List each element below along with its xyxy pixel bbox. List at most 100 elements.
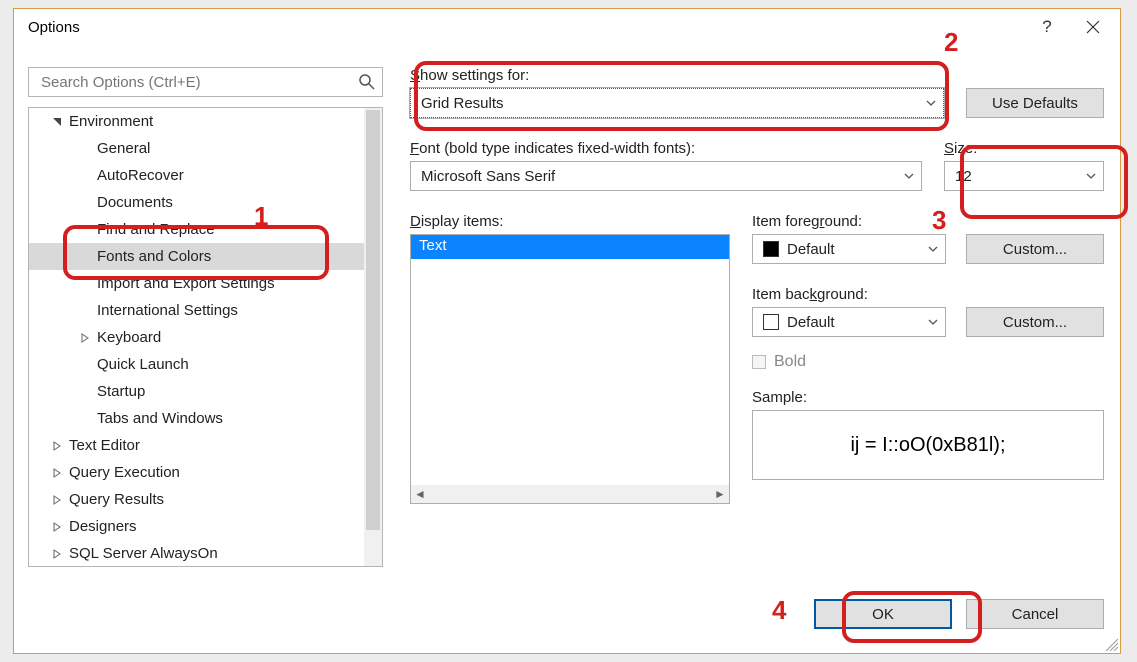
- right-column: Show settings for: Grid Results Use Defa…: [384, 45, 1120, 653]
- bold-checkbox-row: Bold: [752, 353, 1104, 371]
- item-fg-combo[interactable]: Default: [752, 234, 946, 264]
- tree-item-label: Find and Replace: [97, 221, 215, 238]
- tree-item-tabs-and-windows[interactable]: Tabs and Windows: [29, 405, 364, 432]
- titlebar: Options ?: [14, 9, 1120, 45]
- chevron-down-icon: [927, 316, 939, 328]
- expander-icon: [51, 494, 63, 506]
- item-bg-combo[interactable]: Default: [752, 307, 946, 337]
- list-hscroll[interactable]: ◄ ►: [411, 485, 729, 503]
- ok-button[interactable]: OK: [814, 599, 952, 629]
- scroll-left-icon[interactable]: ◄: [411, 485, 429, 503]
- expander-icon: [79, 197, 91, 209]
- client-area: Environment General AutoRecover Documents Fi…: [14, 45, 1120, 653]
- size-combo[interactable]: 12: [944, 161, 1104, 191]
- tree-item-international-settings[interactable]: International Settings: [29, 297, 364, 324]
- search-box[interactable]: [28, 67, 383, 97]
- tree-item-import-and-export-settings[interactable]: Import and Export Settings: [29, 270, 364, 297]
- expander-icon: [79, 278, 91, 290]
- tree-item-general[interactable]: General: [29, 135, 364, 162]
- expander-icon: [51, 548, 63, 560]
- chevron-down-icon: [903, 170, 915, 182]
- tree-item-quick-launch[interactable]: Quick Launch: [29, 351, 364, 378]
- cancel-button[interactable]: Cancel: [966, 599, 1104, 629]
- tree-item-find-and-replace[interactable]: Find and Replace: [29, 216, 364, 243]
- tree-scrollbar[interactable]: [364, 108, 382, 566]
- tree-item-label: Designers: [69, 518, 137, 535]
- item-fg-label: Item foreground:: [752, 213, 946, 230]
- tree-item-keyboard[interactable]: Keyboard: [29, 324, 364, 351]
- tree-item-environment[interactable]: Environment: [29, 108, 364, 135]
- tree-item-label: Environment: [69, 113, 153, 130]
- resize-grip-icon[interactable]: [1102, 635, 1118, 651]
- tree-item-label: Query Results: [69, 491, 164, 508]
- custom-bg-button[interactable]: Custom...: [966, 307, 1104, 337]
- expander-icon: [79, 359, 91, 371]
- tree-item-label: Keyboard: [97, 329, 161, 346]
- display-items-label: Display items:: [410, 213, 730, 230]
- show-settings-label: Show settings for:: [410, 67, 944, 84]
- font-label: Font (bold type indicates fixed-width fo…: [410, 140, 922, 157]
- tree-item-query-results[interactable]: Query Results: [29, 486, 364, 513]
- fg-value: Default: [787, 241, 927, 258]
- tree-item-label: Tabs and Windows: [97, 410, 223, 427]
- tree-item-designers[interactable]: Designers: [29, 513, 364, 540]
- tree-item-autorecover[interactable]: AutoRecover: [29, 162, 364, 189]
- expander-icon: [51, 116, 63, 128]
- close-icon: [1086, 20, 1100, 34]
- expander-icon: [79, 413, 91, 425]
- tree-item-label: SQL Server AlwaysOn: [69, 545, 218, 562]
- expander-icon: [51, 440, 63, 452]
- expander-icon: [51, 521, 63, 533]
- use-defaults-button[interactable]: Use Defaults: [966, 88, 1104, 118]
- custom-fg-button[interactable]: Custom...: [966, 234, 1104, 264]
- bg-swatch-icon: [763, 314, 779, 330]
- bg-value: Default: [787, 314, 927, 331]
- tree-item-text-editor[interactable]: Text Editor: [29, 432, 364, 459]
- search-icon: [358, 73, 376, 91]
- expander-icon: [51, 467, 63, 479]
- tree-item-documents[interactable]: Documents: [29, 189, 364, 216]
- show-settings-value: Grid Results: [421, 95, 925, 112]
- sample-preview: ij = I::oO(0xB81l);: [752, 410, 1104, 480]
- tree-item-label: Text Editor: [69, 437, 140, 454]
- expander-icon: [79, 143, 91, 155]
- tree-item-label: Fonts and Colors: [97, 248, 211, 265]
- size-value: 12: [955, 168, 1085, 185]
- fg-swatch-icon: [763, 241, 779, 257]
- help-button[interactable]: ?: [1024, 11, 1070, 43]
- tree-item-label: Quick Launch: [97, 356, 189, 373]
- chevron-down-icon: [925, 97, 937, 109]
- chevron-down-icon: [1085, 170, 1097, 182]
- chevron-down-icon: [927, 243, 939, 255]
- font-combo[interactable]: Microsoft Sans Serif: [410, 161, 922, 191]
- close-button[interactable]: [1070, 11, 1116, 43]
- scroll-right-icon[interactable]: ►: [711, 485, 729, 503]
- expander-icon: [79, 305, 91, 317]
- expander-icon: [79, 170, 91, 182]
- show-settings-combo[interactable]: Grid Results: [410, 88, 944, 118]
- tree-item-sql-server-alwayson[interactable]: SQL Server AlwaysOn: [29, 540, 364, 566]
- display-items-list[interactable]: Text ◄ ►: [410, 234, 730, 504]
- bold-checkbox: [752, 355, 766, 369]
- tree-item-query-execution[interactable]: Query Execution: [29, 459, 364, 486]
- list-item[interactable]: Text: [411, 235, 729, 259]
- tree-item-label: Query Execution: [69, 464, 180, 481]
- tree-item-label: General: [97, 140, 150, 157]
- item-bg-label: Item background:: [752, 286, 946, 303]
- size-label: Size:: [944, 140, 1104, 157]
- sample-text: ij = I::oO(0xB81l);: [850, 434, 1005, 457]
- tree-item-label: AutoRecover: [97, 167, 184, 184]
- sample-label: Sample:: [752, 389, 1104, 406]
- options-tree[interactable]: Environment General AutoRecover Documents Fi…: [28, 107, 383, 567]
- bold-label: Bold: [774, 353, 806, 371]
- options-dialog: Options ? Environment General AutoRecover D…: [13, 8, 1121, 654]
- expander-icon: [79, 251, 91, 263]
- font-value: Microsoft Sans Serif: [421, 168, 903, 185]
- tree-item-fonts-and-colors[interactable]: Fonts and Colors: [29, 243, 364, 270]
- search-input[interactable]: [39, 73, 358, 92]
- tree-item-label: International Settings: [97, 302, 238, 319]
- tree-item-label: Startup: [97, 383, 145, 400]
- expander-icon: [79, 224, 91, 236]
- expander-icon: [79, 332, 91, 344]
- tree-item-startup[interactable]: Startup: [29, 378, 364, 405]
